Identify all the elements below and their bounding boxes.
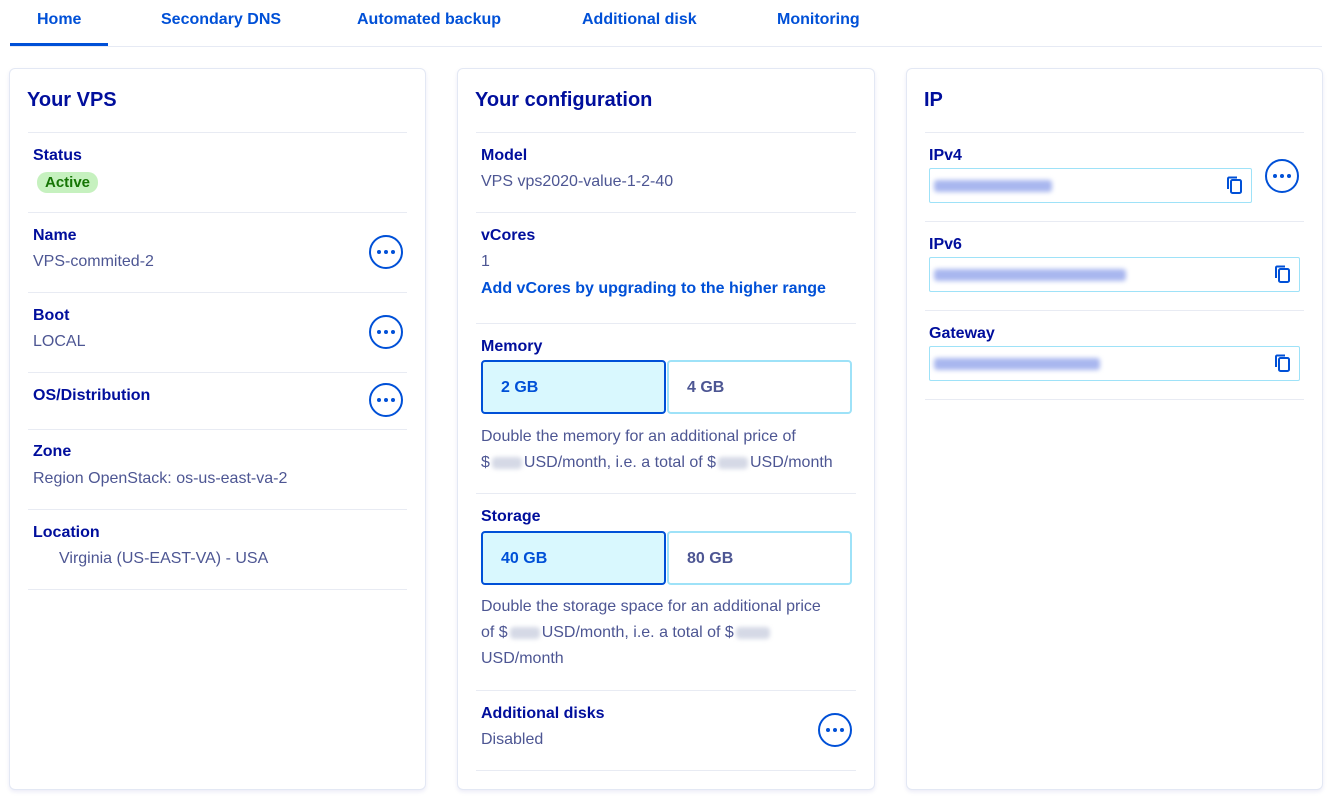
additional-disks-value: Disabled bbox=[481, 731, 544, 748]
ipv4-field[interactable] bbox=[929, 168, 1252, 203]
model-label: Model bbox=[481, 147, 528, 164]
name-more-options-icon[interactable] bbox=[369, 235, 403, 269]
redacted-price bbox=[735, 626, 770, 639]
boot-more-options-icon[interactable] bbox=[369, 315, 403, 349]
zone-label: Zone bbox=[33, 443, 72, 460]
redacted-price bbox=[509, 626, 540, 639]
storage-option-40gb[interactable]: 40 GB bbox=[481, 531, 666, 585]
divider bbox=[476, 132, 856, 133]
divider bbox=[925, 221, 1304, 222]
copy-icon[interactable] bbox=[1274, 265, 1292, 285]
storage-desc-line1: Double the storage space for an addition… bbox=[481, 598, 821, 615]
divider bbox=[476, 212, 856, 213]
memory-label: Memory bbox=[481, 338, 543, 355]
tab-home[interactable]: Home bbox=[37, 11, 81, 29]
location-value: Virginia (US-EAST-VA) - USA bbox=[59, 550, 269, 567]
storage-desc-total: USD/month, i.e. a total of $ bbox=[541, 624, 734, 641]
location-label: Location bbox=[33, 524, 100, 541]
vps-card: Your VPS Status Active Name VPS-commited… bbox=[9, 68, 426, 790]
boot-label: Boot bbox=[33, 307, 70, 324]
ip-card-title: IP bbox=[924, 89, 943, 111]
divider bbox=[476, 493, 856, 494]
configuration-card: Your configuration Model VPS vps2020-val… bbox=[457, 68, 875, 790]
memory-option-4gb[interactable]: 4 GB bbox=[667, 360, 852, 414]
status-badge: Active bbox=[37, 172, 99, 193]
memory-upgrade-description: Double the memory for an additional pric… bbox=[481, 424, 861, 476]
boot-value: LOCAL bbox=[33, 333, 86, 350]
copy-icon[interactable] bbox=[1274, 354, 1292, 374]
disks-more-options-icon[interactable] bbox=[818, 713, 852, 747]
name-label: Name bbox=[33, 227, 77, 244]
ipv6-field[interactable] bbox=[929, 257, 1300, 292]
ipv4-more-options-icon[interactable] bbox=[1265, 159, 1299, 193]
vps-card-title: Your VPS bbox=[27, 89, 117, 111]
divider bbox=[925, 132, 1304, 133]
divider bbox=[476, 323, 856, 324]
divider bbox=[476, 690, 856, 691]
memory-desc-dollar: $ bbox=[481, 454, 490, 471]
status-label: Status bbox=[33, 147, 82, 164]
memory-desc-unit: USD/month bbox=[750, 454, 833, 471]
memory-option-2gb[interactable]: 2 GB bbox=[481, 360, 666, 414]
configuration-card-title: Your configuration bbox=[475, 89, 653, 111]
tab-additional-disk[interactable]: Additional disk bbox=[582, 11, 697, 29]
redacted-ipv6 bbox=[934, 269, 1126, 281]
divider bbox=[925, 310, 1304, 311]
active-tab-indicator bbox=[10, 43, 108, 46]
divider bbox=[28, 589, 407, 590]
gateway-field[interactable] bbox=[929, 346, 1300, 381]
divider bbox=[28, 509, 407, 510]
os-more-options-icon[interactable] bbox=[369, 383, 403, 417]
memory-desc-total: USD/month, i.e. a total of $ bbox=[523, 454, 716, 471]
copy-icon[interactable] bbox=[1226, 176, 1244, 196]
storage-upgrade-description: Double the storage space for an addition… bbox=[481, 594, 861, 672]
additional-disks-label: Additional disks bbox=[481, 705, 605, 722]
zone-value: Region OpenStack: os-us-east-va-2 bbox=[33, 470, 288, 487]
model-value: VPS vps2020-value-1-2-40 bbox=[481, 173, 674, 190]
tab-secondary-dns[interactable]: Secondary DNS bbox=[161, 11, 281, 29]
tab-bar: Home Secondary DNS Automated backup Addi… bbox=[10, 0, 1322, 47]
storage-option-80gb[interactable]: 80 GB bbox=[667, 531, 852, 585]
divider bbox=[476, 770, 856, 771]
gateway-label: Gateway bbox=[929, 325, 995, 342]
memory-desc-line1: Double the memory for an additional pric… bbox=[481, 428, 796, 445]
ipv4-label: IPv4 bbox=[929, 147, 962, 164]
storage-desc-dollar: of $ bbox=[481, 624, 508, 641]
divider bbox=[28, 292, 407, 293]
tab-automated-backup[interactable]: Automated backup bbox=[357, 11, 501, 29]
divider bbox=[28, 372, 407, 373]
name-value: VPS-commited-2 bbox=[33, 253, 154, 270]
vcores-label: vCores bbox=[481, 227, 536, 244]
tab-monitoring[interactable]: Monitoring bbox=[777, 11, 860, 29]
divider bbox=[28, 429, 407, 430]
redacted-price bbox=[718, 456, 748, 469]
ip-card: IP IPv4 IPv6 Gateway bbox=[906, 68, 1323, 790]
redacted-ipv4 bbox=[934, 180, 1052, 192]
divider bbox=[925, 399, 1304, 400]
storage-desc-unit: USD/month bbox=[481, 650, 564, 667]
divider bbox=[28, 132, 407, 133]
upgrade-vcores-link[interactable]: Add vCores by upgrading to the higher ra… bbox=[481, 280, 826, 298]
divider bbox=[28, 212, 407, 213]
redacted-gateway bbox=[934, 358, 1100, 370]
redacted-price bbox=[491, 456, 522, 469]
ipv6-label: IPv6 bbox=[929, 236, 962, 253]
os-label: OS/Distribution bbox=[33, 387, 151, 404]
storage-label: Storage bbox=[481, 508, 541, 525]
vcores-value: 1 bbox=[481, 253, 490, 270]
